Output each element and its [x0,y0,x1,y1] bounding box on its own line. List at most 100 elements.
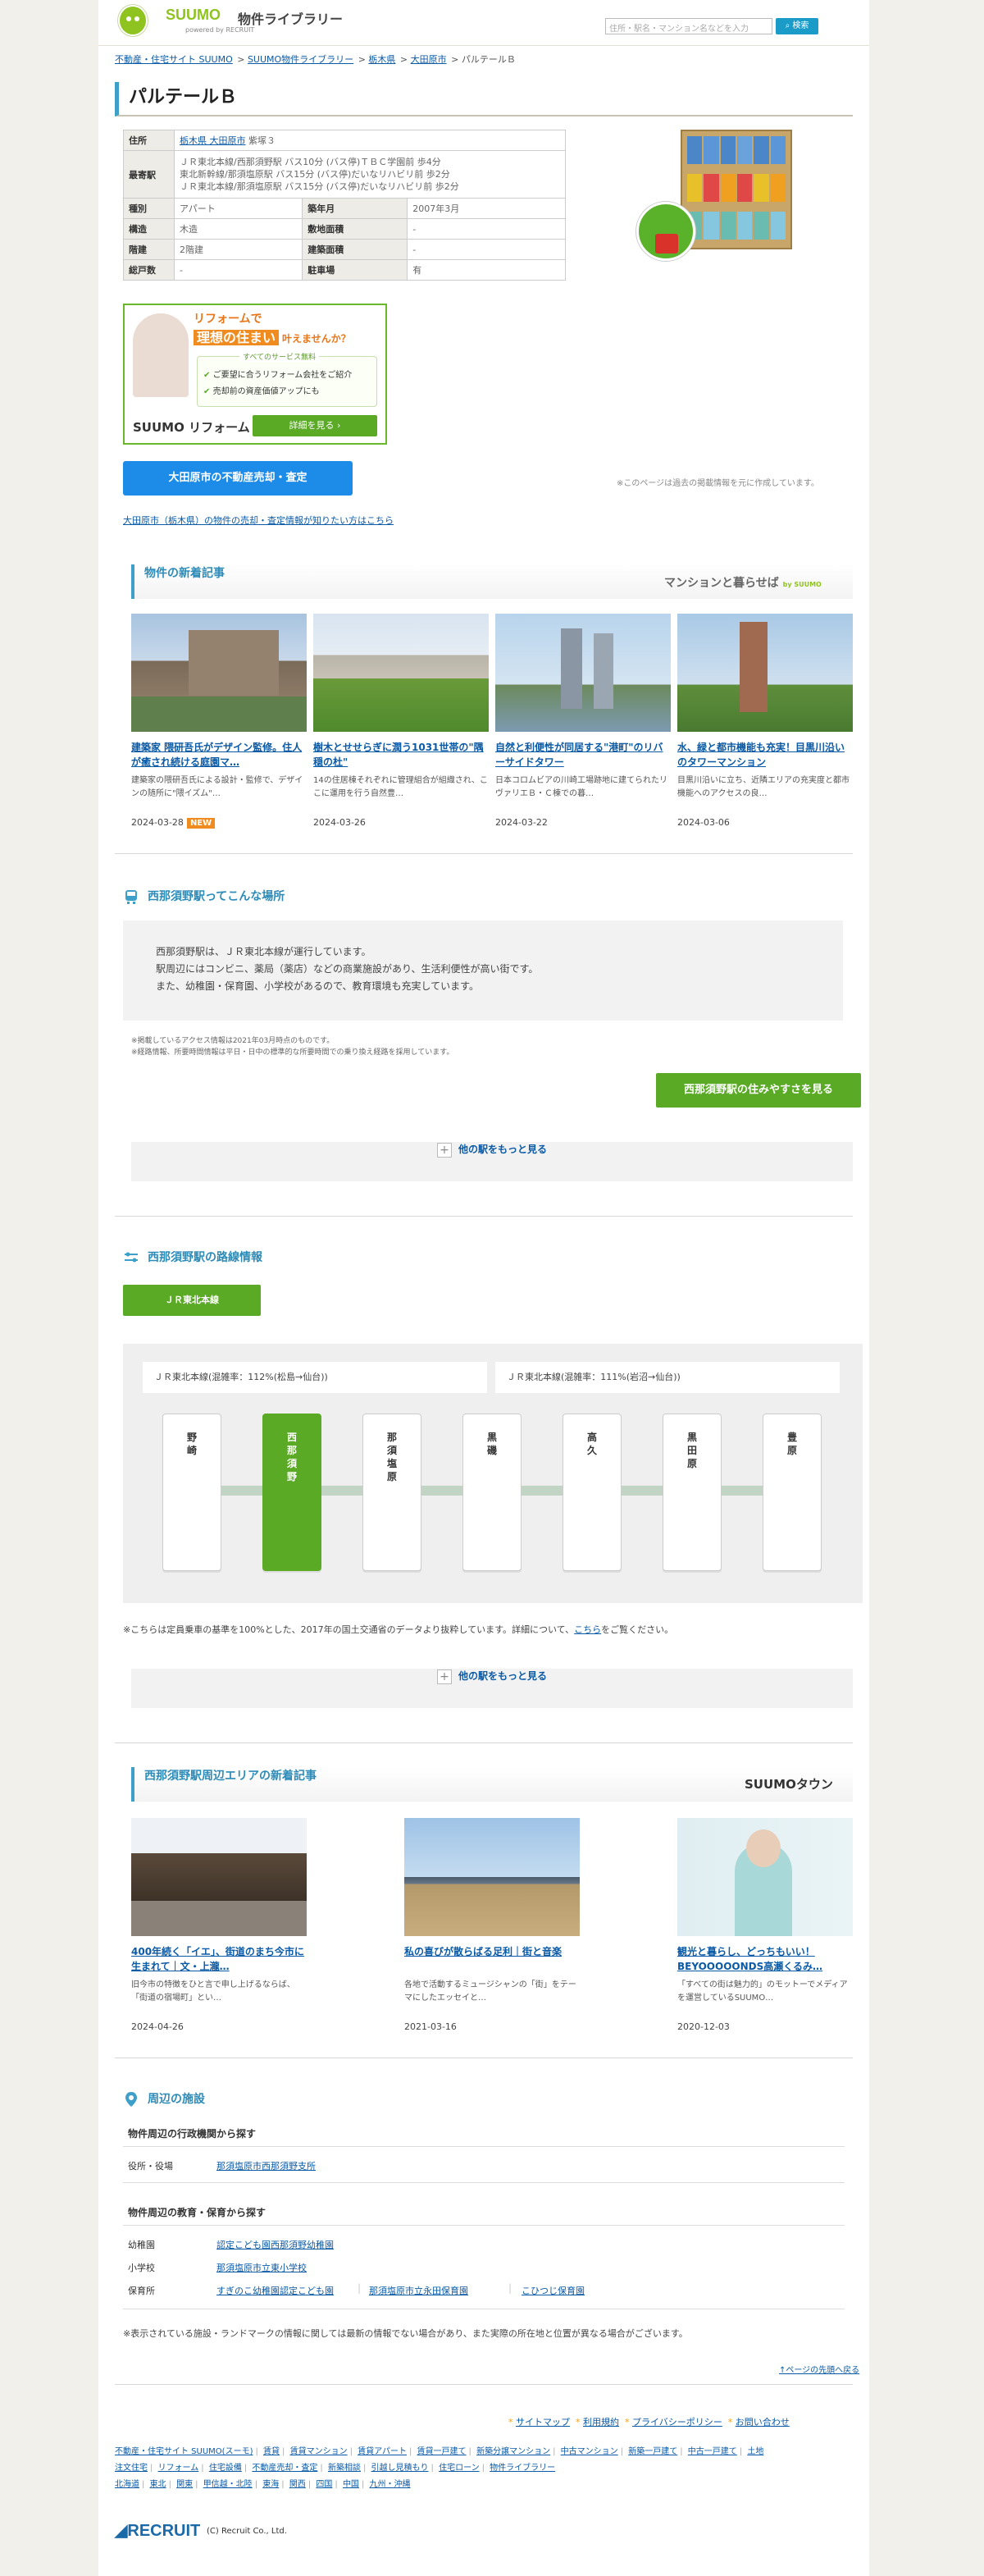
footer-sep: | [349,2447,353,2456]
article-card[interactable]: 建築家 隈研吾氏がデザイン監修。住人が癒され続ける庭園マ… 建築家の隈研吾氏によ… [131,614,307,829]
more-stations-bar[interactable]: + 他の駅をもっと見る [131,1669,853,1708]
footer-link[interactable]: 利用規約 [583,2417,619,2428]
footer-link[interactable]: 賃貸マンション [290,2447,348,2456]
article-image[interactable] [677,1818,853,1936]
footer-link[interactable]: 関西 [289,2480,306,2489]
article-image[interactable] [131,614,307,732]
station-section-title: 西那須野駅ってこんな場所 [148,890,285,903]
site-name[interactable]: 物件ライブラリー [238,8,343,28]
footer-link[interactable]: 新築相談 [328,2464,361,2473]
footer-link[interactable]: 東海 [262,2480,279,2489]
footer-link[interactable]: 中古一戸建て [688,2447,737,2456]
line-tab-tohoku[interactable]: ＪＲ東北本線 [123,1285,261,1316]
footer-link[interactable]: 住宅ローン [439,2464,480,2473]
footer-link[interactable]: 北海道 [115,2480,139,2489]
footer-link[interactable]: 賃貸 [263,2447,280,2456]
recruit-logo[interactable]: ◢RECRUIT [115,2520,200,2541]
article-title[interactable]: 建築家 隈研吾氏がデザイン監修。住人が癒され続ける庭園マ… [131,740,307,770]
info-label: 築年月 [302,198,408,219]
breadcrumb-link[interactable]: 大田原市 [411,54,447,65]
article-image[interactable] [404,1818,580,1936]
reform-banner[interactable]: リフォームで 理想の住まい 叶えませんか？ すべてのサービス無料 ✔ ご要望に合う… [123,304,387,445]
area-article-card[interactable]: 400年続く「イエ」、街道のまち今市に生まれて｜文・上瀧… 旧今市の特徴をひと言… [131,1818,307,2032]
site-header: SUUMO 物件ライブラリー powered by RECRUIT 住所・駅名・… [98,0,869,46]
nursery-link[interactable]: 那須塩原市立永田保育園 [369,2284,468,2297]
article-desc: 建築家の隈研吾氏による設計・監修で、デザインの随所に"隈イズム"… [131,776,303,798]
article-image[interactable] [495,614,671,732]
station-box[interactable]: 黒田原 [663,1414,722,1571]
kinder-link[interactable]: 認定こども園西那須野幼稚園 [216,2238,334,2251]
station-box[interactable]: 那須塩原 [362,1414,421,1571]
breadcrumb-current: パルテールＢ [461,54,516,65]
station-box-current[interactable]: 西那須野 [262,1414,321,1571]
footer-link[interactable]: 新築一戸建て [628,2447,677,2456]
article-title[interactable]: 400年続く「イエ」、街道のまち今市に生まれて｜文・上瀧… [131,1944,307,1974]
station-box[interactable]: 豊原 [763,1414,822,1571]
article-title[interactable]: 私の喜びが散らばる足利｜街と音楽 [404,1944,580,1974]
reform-detail-button[interactable]: 詳細を見る › [253,415,377,436]
more-stations-bar[interactable]: + 他の駅をもっと見る [131,1142,853,1181]
area-article-card[interactable]: 私の喜びが散らばる足利｜街と音楽 各地で活動するミュージシャンの「街」をテーマに… [404,1818,580,2032]
search-button[interactable]: ⌕ 検索 [776,18,818,34]
breadcrumb-link[interactable]: 栃木県 [368,54,395,65]
station-box[interactable]: 黒磯 [462,1414,522,1571]
article-title[interactable]: 自然と利便性が同居する"港町"のリバーサイドタワー [495,740,671,770]
footer-link[interactable]: リフォーム [158,2464,199,2473]
footer-link[interactable]: 東北 [150,2480,166,2489]
station-box[interactable]: 野崎 [162,1414,221,1571]
nursery-link[interactable]: すぎのこ幼稚園認定こども園 [216,2284,334,2297]
footer-link[interactable]: 関東 [176,2480,193,2489]
article-image[interactable] [313,614,489,732]
breadcrumb-link[interactable]: 不動産・住宅サイト SUUMO [115,54,233,65]
footer-link[interactable]: 住宅設備 [209,2464,242,2473]
footer-link[interactable]: 不動産・住宅サイト SUUMO(スーモ) [115,2447,253,2456]
congestion-note-link[interactable]: こちら [574,1624,601,1635]
suumo-town-logo[interactable]: SUUMOタウン [745,1775,833,1793]
footer-link[interactable]: 賃貸一戸建て [417,2447,467,2456]
article-title[interactable]: 観光と暮らし、どっちもいい！BEYOOOOONDS高瀬くるみ… [677,1944,853,1974]
article-card[interactable]: 水、緑と都市機能も充実！目黒川沿いのタワーマンション 目黒川沿いに立ち、近隣エリ… [677,614,853,828]
footer-sep: | [150,2464,153,2473]
footer-link[interactable]: 中古マンション [561,2447,618,2456]
footer-link[interactable]: 新築分譲マンション [476,2447,550,2456]
footer-sep: | [320,2464,323,2473]
footer-link[interactable]: 土地 [747,2447,763,2456]
info-value: 2階建 [173,239,303,260]
footer-link[interactable]: 賃貸アパート [358,2447,407,2456]
article-title[interactable]: 水、緑と都市機能も充実！目黒川沿いのタワーマンション [677,740,853,770]
footer-link[interactable]: 不動産売却・査定 [252,2464,317,2473]
suumo-logo[interactable]: SUUMO [166,7,221,24]
footer-link[interactable]: 中国 [343,2480,359,2489]
breadcrumb-link[interactable]: SUUMO物件ライブラリー [248,54,353,65]
station-box[interactable]: 高久 [563,1414,622,1571]
area-article-card[interactable]: 観光と暮らし、どっちもいい！BEYOOOOONDS高瀬くるみ… 「すべての街は魅… [677,1818,853,2032]
footer-link[interactable]: サイトマップ [516,2417,570,2428]
gov-link[interactable]: 那須塩原市西那須野支所 [216,2159,316,2172]
footer-link[interactable]: 甲信越・北陸 [203,2480,253,2489]
sell-button[interactable]: 大田原市の不動産売却・査定 [123,461,353,496]
info-label: 構造 [123,218,175,240]
page-top-link[interactable]: ↑ページの先頭へ戻る [779,2363,859,2375]
footer-link[interactable]: 注文住宅 [115,2464,148,2473]
footer-link[interactable]: 物件ライブラリー [490,2464,555,2473]
school-link[interactable]: 那須塩原市立東小学校 [216,2261,307,2274]
article-date: 2024-03-28 NEW [131,817,307,829]
footer-link[interactable]: 四国 [316,2480,332,2489]
article-card[interactable]: 樹木とせせらぎに潤う1031世帯の"隅穏の杜" 14の住居棟それぞれに管理組合が… [313,614,489,828]
mansion-brand-logo[interactable]: マンションと暮らせば by SUUMO [664,574,822,591]
access-note-2: ※経路情報、所要時間情報は平日・日中の標準的な所要時間での乗り換え経路を採用して… [131,1048,454,1057]
sell-info-link[interactable]: 大田原市（栃木県）の物件の売却・査定情報が知りたい方はこちら [123,514,394,527]
article-image[interactable] [131,1818,307,1936]
address-link[interactable]: 栃木県 大田原市 [180,135,246,146]
article-card[interactable]: 自然と利便性が同居する"港町"のリバーサイドタワー 日本コロムビアの川崎工場跡地… [495,614,671,828]
suumo-mascot-icon[interactable] [118,5,148,36]
article-title[interactable]: 樹木とせせらぎに潤う1031世帯の"隅穏の杜" [313,740,489,770]
article-image[interactable] [677,614,853,732]
footer-link[interactable]: お問い合わせ [736,2417,790,2428]
footer-link[interactable]: プライバシーポリシー [632,2417,722,2428]
footer-link[interactable]: 引越し見積もり [371,2464,429,2473]
footer-link[interactable]: 九州・沖縄 [370,2480,411,2489]
search-input[interactable]: 住所・駅名・マンション名などを入力 [605,18,772,34]
nursery-link[interactable]: こひつじ保育園 [522,2284,585,2297]
livability-button[interactable]: 西那須野駅の住みやすさを見る [656,1073,861,1108]
